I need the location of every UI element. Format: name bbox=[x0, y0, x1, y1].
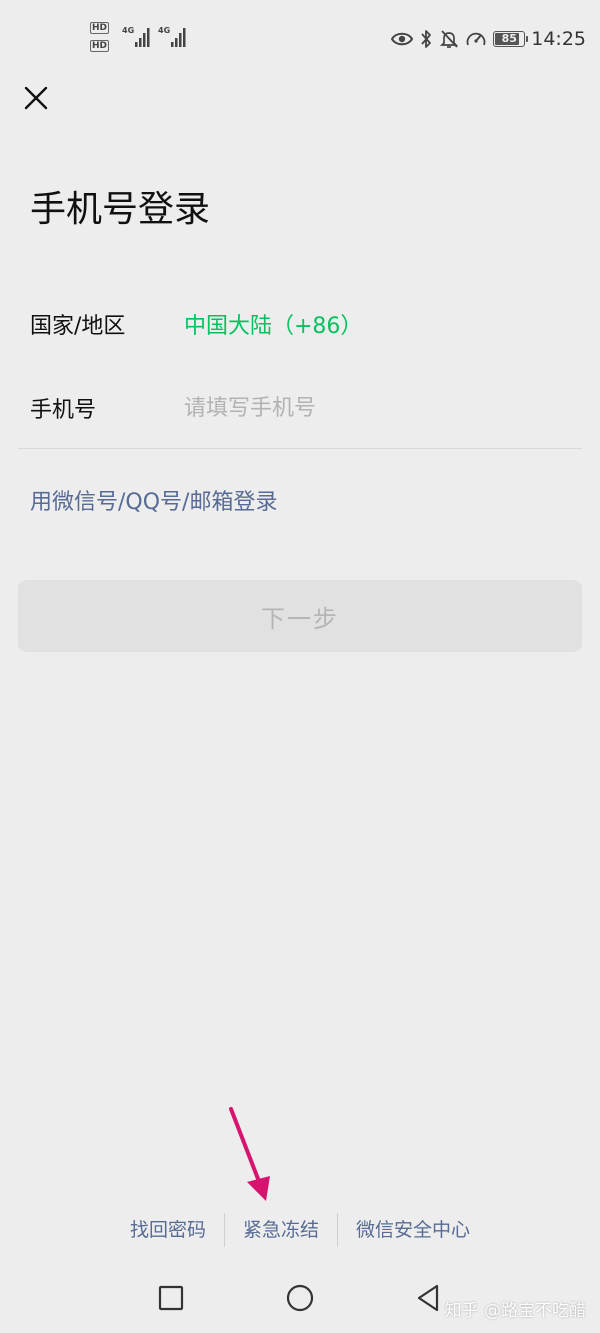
speedometer-icon bbox=[466, 32, 486, 46]
network-label-sim1: 4G bbox=[122, 26, 135, 35]
home-button[interactable] bbox=[284, 1282, 316, 1314]
status-bar: HD HD 4G 4G 85 14:25 bbox=[0, 0, 600, 80]
signal-group: HD HD 4G 4G bbox=[90, 20, 200, 56]
close-icon bbox=[24, 86, 48, 110]
close-button[interactable] bbox=[22, 84, 50, 112]
emergency-freeze-link[interactable]: 紧急冻结 bbox=[225, 1213, 337, 1247]
arrow-icon bbox=[229, 1107, 270, 1201]
back-button[interactable] bbox=[413, 1282, 445, 1314]
alt-login-link[interactable]: 用微信号/QQ号/邮箱登录 bbox=[30, 486, 277, 520]
signal-strength-icon bbox=[171, 28, 186, 47]
recent-apps-button[interactable] bbox=[155, 1282, 187, 1314]
phone-divider bbox=[18, 448, 582, 449]
battery-percent: 85 bbox=[501, 32, 517, 45]
network-label-sim2: 4G bbox=[158, 26, 171, 35]
hd-badge-sim2: HD bbox=[90, 40, 110, 52]
next-button[interactable]: 下一步 bbox=[18, 580, 582, 652]
bell-off-icon bbox=[440, 30, 459, 48]
battery-icon: 85 bbox=[493, 31, 529, 47]
hd-badge-sim1: HD bbox=[90, 22, 110, 34]
eye-icon bbox=[391, 32, 414, 46]
home-icon bbox=[286, 1284, 314, 1312]
phone-label: 手机号 bbox=[30, 398, 97, 423]
phone-input[interactable] bbox=[184, 395, 582, 421]
footer-links: 找回密码 紧急冻结 微信安全中心 bbox=[0, 1208, 600, 1252]
signal-strength-icon bbox=[135, 28, 150, 47]
back-icon bbox=[417, 1284, 439, 1312]
phone-row: 手机号 bbox=[30, 386, 582, 430]
region-row[interactable]: 国家/地区 中国大陆（+86） bbox=[30, 302, 582, 346]
status-time: 14:25 bbox=[531, 28, 586, 50]
watermark: 知乎 @路宝不吃醋 bbox=[444, 1301, 586, 1321]
security-center-link[interactable]: 微信安全中心 bbox=[338, 1213, 488, 1247]
bluetooth-icon bbox=[421, 30, 432, 48]
status-right-group: 85 14:25 bbox=[391, 27, 586, 51]
region-label: 国家/地区 bbox=[30, 314, 126, 339]
page-title: 手机号登录 bbox=[30, 189, 211, 230]
region-selector[interactable]: 中国大陆（+86） bbox=[184, 308, 362, 340]
find-password-link[interactable]: 找回密码 bbox=[112, 1213, 224, 1247]
recent-apps-icon bbox=[158, 1285, 184, 1311]
